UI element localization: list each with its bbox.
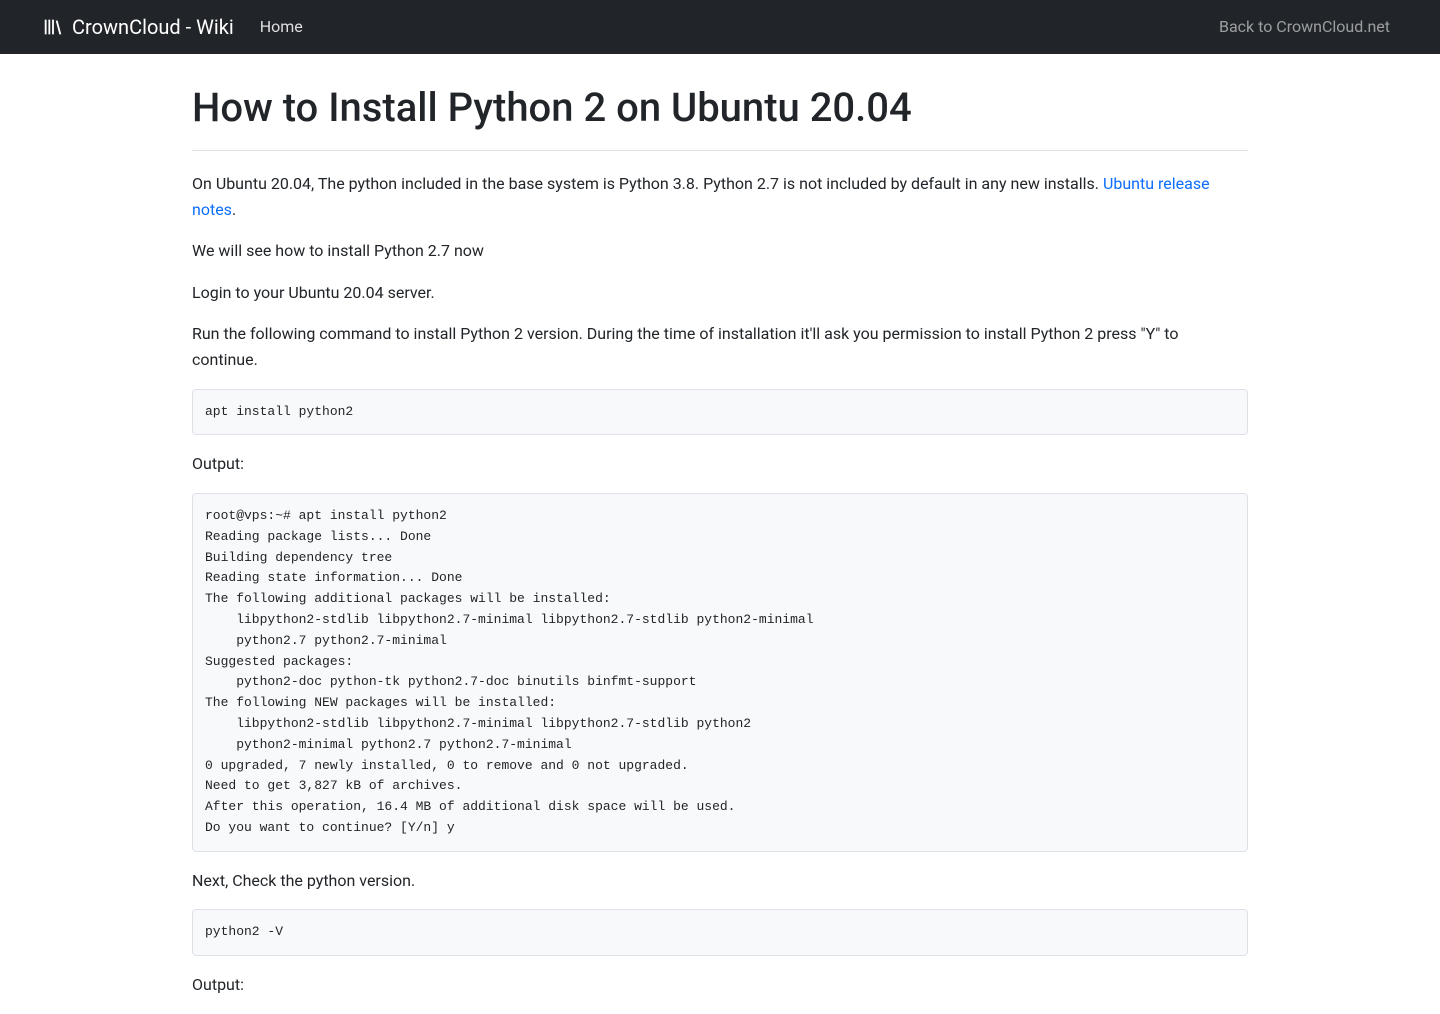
paragraph-login: Login to your Ubuntu 20.04 server. <box>192 280 1248 306</box>
page-title: How to Install Python 2 on Ubuntu 20.04 <box>192 78 1248 138</box>
main-content: How to Install Python 2 on Ubuntu 20.04 … <box>150 78 1290 998</box>
brand-text: CrownCloud - Wiki <box>72 12 234 42</box>
navbar-right: Back to CrownCloud.net <box>1211 15 1440 39</box>
books-icon <box>42 16 64 38</box>
navbar-left: CrownCloud - Wiki Home <box>0 12 311 42</box>
intro-text-post: . <box>232 200 236 219</box>
code-block-version: python2 -V <box>192 909 1248 956</box>
output-label-2: Output: <box>192 972 1248 998</box>
code-block-install: apt install python2 <box>192 389 1248 436</box>
nav-back-link[interactable]: Back to CrownCloud.net <box>1211 17 1398 36</box>
code-block-output-1: root@vps:~# apt install python2 Reading … <box>192 493 1248 852</box>
paragraph-run-command: Run the following command to install Pyt… <box>192 321 1248 372</box>
paragraph-install-intro: We will see how to install Python 2.7 no… <box>192 238 1248 264</box>
code-output-1: root@vps:~# apt install python2 Reading … <box>205 508 814 835</box>
intro-paragraph: On Ubuntu 20.04, The python included in … <box>192 171 1248 222</box>
navbar: CrownCloud - Wiki Home Back to CrownClou… <box>0 0 1440 54</box>
intro-text-pre: On Ubuntu 20.04, The python included in … <box>192 174 1103 193</box>
code-install: apt install python2 <box>205 404 353 419</box>
brand-link[interactable]: CrownCloud - Wiki <box>42 12 234 42</box>
nav-home[interactable]: Home <box>252 15 311 39</box>
output-label-1: Output: <box>192 451 1248 477</box>
title-divider <box>192 150 1248 151</box>
code-version: python2 -V <box>205 924 283 939</box>
paragraph-check-version: Next, Check the python version. <box>192 868 1248 894</box>
